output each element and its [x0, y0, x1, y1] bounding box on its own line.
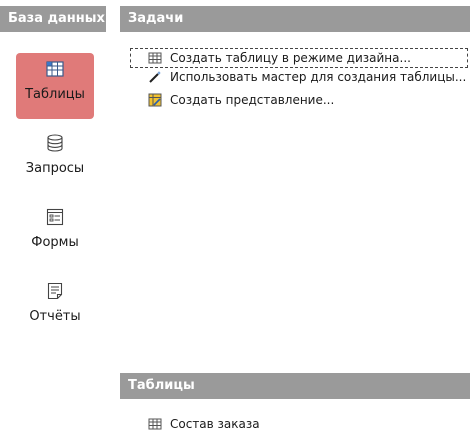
nav-item-reports[interactable]: Отчёты — [16, 275, 94, 341]
nav-item-label: Таблицы — [25, 87, 85, 102]
report-icon — [47, 282, 63, 300]
nav-item-label: Запросы — [25, 161, 85, 176]
nav-item-label: Отчёты — [29, 309, 81, 324]
nav-item-forms[interactable]: Формы — [16, 201, 94, 267]
task-label: Использовать мастер для создания таблицы… — [170, 70, 467, 84]
table-icon — [148, 418, 162, 430]
task-table-wizard[interactable]: Использовать мастер для создания таблицы… — [148, 68, 466, 86]
nav-item-tables[interactable]: Таблицы — [16, 53, 94, 119]
table-item[interactable]: Состав заказа — [148, 415, 260, 433]
task-create-view[interactable]: Создать представление... — [148, 91, 334, 109]
tasks-section-title: Задачи — [120, 6, 470, 32]
database-icon — [47, 134, 63, 152]
database-panel-title: База данных — [0, 6, 106, 32]
table-item-label: Состав заказа — [170, 417, 260, 431]
task-label: Создать таблицу в режиме дизайна... — [170, 51, 411, 65]
nav-item-queries[interactable]: Запросы — [16, 127, 94, 193]
wand-icon — [149, 71, 161, 83]
view-icon — [148, 93, 162, 107]
task-label: Создать представление... — [170, 93, 335, 107]
task-create-table-design[interactable]: Создать таблицу в режиме дизайна... — [148, 49, 411, 67]
tables-section-title: Таблицы — [120, 373, 470, 399]
form-icon — [46, 208, 64, 226]
table-icon — [46, 61, 64, 77]
nav-item-label: Формы — [31, 235, 79, 250]
table-design-icon — [148, 52, 162, 64]
